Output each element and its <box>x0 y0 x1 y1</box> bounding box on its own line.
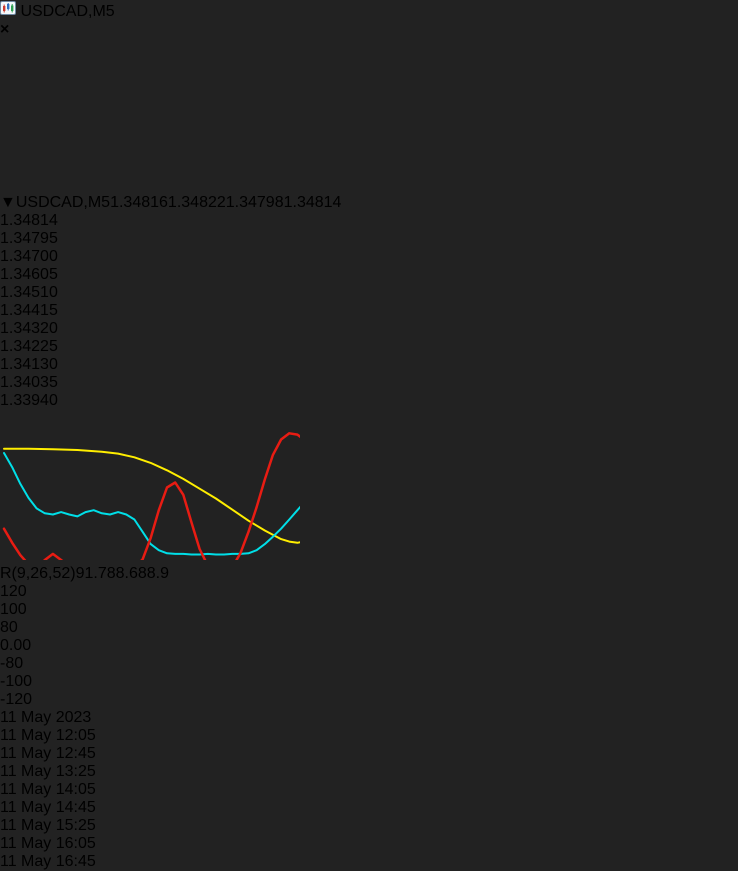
indicator-axis-label: 80 <box>0 619 18 636</box>
time-axis-label: 11 May 2023 <box>0 709 92 726</box>
time-axis-label: 11 May 16:45 <box>0 853 96 870</box>
indicator-value-3: 88.9 <box>137 565 170 582</box>
price-axis-label: 1.33940 <box>0 392 58 409</box>
price-axis-label: 1.34605 <box>0 266 58 283</box>
price-axis-label: 1.34510 <box>0 284 58 301</box>
indicator-pane[interactable] <box>0 410 544 574</box>
indicator-axis[interactable]: 120 100 80 0.00 -80 -100 -120 <box>0 583 738 709</box>
indicator-value-1: 91.7 <box>75 565 107 582</box>
close-icon: × <box>0 21 10 38</box>
window-title: USDCAD,M5 <box>20 3 115 20</box>
price-axis-label: 1.34795 <box>0 230 58 247</box>
titlebar[interactable]: USDCAD,M5 × <box>0 0 738 39</box>
price-axis[interactable]: 1.34814 1.34795 1.34700 1.34605 1.34510 1.34… <box>0 212 738 410</box>
indicator-value-2: 88.6 <box>106 565 138 582</box>
chart-client-area: ★ ▼USDCAD,M51.348161.348221.347981.34814… <box>0 39 738 871</box>
indicator-name: R(9,26,52) <box>0 565 76 582</box>
indicator-axis-label: -80 <box>0 655 24 672</box>
price-axis-label: 1.34320 <box>0 320 58 337</box>
time-axis[interactable]: 11 May 2023 11 May 12:05 11 May 12:45 11 Ma… <box>0 709 738 871</box>
price-axis-label: 1.34415 <box>0 302 58 319</box>
ohlc-close: 1.34814 <box>283 194 342 211</box>
price-axis-label: 1.34035 <box>0 374 58 391</box>
chart-ohlc-header: ▼USDCAD,M51.348161.348221.347981.34814 <box>0 194 738 212</box>
indicator-axis-label: -120 <box>0 691 33 708</box>
red-line <box>2 432 544 574</box>
chart-symbol-period: USDCAD,M5 <box>15 194 111 211</box>
indicator-axis-label: 120 <box>0 583 27 600</box>
price-axis-label: 1.34225 <box>0 338 58 355</box>
ohlc-open: 1.34816 <box>110 194 168 211</box>
time-axis-label: 11 May 12:45 <box>0 745 96 762</box>
time-axis-label: 11 May 14:05 <box>0 781 96 798</box>
window-controls: × <box>0 21 738 39</box>
ohlc-low: 1.34798 <box>225 194 284 211</box>
time-axis-label: 11 May 15:25 <box>0 817 96 834</box>
indicator-axis-label: -100 <box>0 673 33 690</box>
time-axis-label: 11 May 16:05 <box>0 835 96 852</box>
main-price-chart[interactable]: ★ <box>0 39 545 371</box>
current-price-tag: 1.34814 <box>0 212 58 229</box>
yellow-line <box>3 445 543 544</box>
indicator-axis-label: 100 <box>0 601 27 618</box>
chart-icon <box>0 1 20 20</box>
ohlc-high: 1.34822 <box>167 194 226 211</box>
close-button[interactable]: × <box>0 21 738 39</box>
chevron-down-icon[interactable]: ▼ <box>0 194 16 211</box>
time-axis-label: 11 May 13:25 <box>0 763 96 780</box>
indicator-axis-label: 0.00 <box>0 637 32 654</box>
time-axis-label: 11 May 14:45 <box>0 799 96 816</box>
price-axis-label: 1.34130 <box>0 356 58 373</box>
price-axis-label: 1.34700 <box>0 248 58 265</box>
mt4-chart-window: USDCAD,M5 × ★ ▼USDCAD,M51.348161.348221.… <box>0 0 738 870</box>
time-axis-label: 11 May 12:05 <box>0 727 96 744</box>
indicator-label: R(9,26,52)91.788.688.9 <box>0 565 738 583</box>
